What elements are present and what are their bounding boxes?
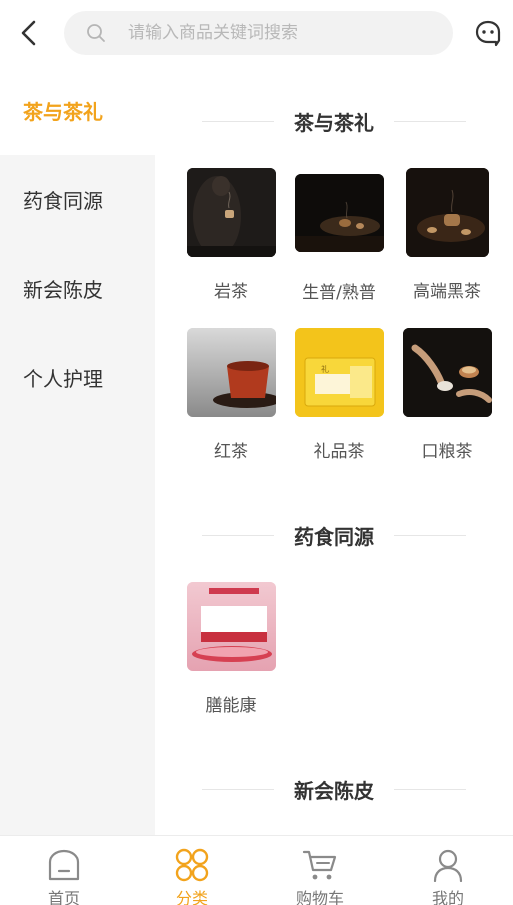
- customer-service-icon: [475, 20, 501, 47]
- sidebar-item-label: 个人护理: [23, 367, 103, 391]
- product-image: [186, 328, 276, 417]
- chevron-left-icon: [21, 20, 36, 46]
- back-button[interactable]: [12, 14, 46, 52]
- product-image: [186, 582, 276, 671]
- bottom-tab-bar: 首页 分类 购物车 我的: [0, 835, 513, 905]
- sidebar-item-tea-gifts[interactable]: 茶与茶礼: [0, 66, 155, 155]
- category-sidebar: 茶与茶礼 药食同源 新会陈皮 个人护理: [0, 66, 155, 835]
- category-content[interactable]: 茶与茶礼 岩茶 生普/熟普 高端黑茶 红茶 礼 礼品茶 口粮茶 药食同源 膳能康…: [155, 66, 513, 835]
- sidebar-item-personal-care[interactable]: 个人护理: [0, 333, 155, 422]
- divider: [202, 788, 274, 790]
- product-item[interactable]: 岩茶: [177, 168, 285, 302]
- product-name: 口粮茶: [421, 442, 473, 462]
- search-icon: [87, 24, 105, 42]
- sidebar-item-xinhui-peel[interactable]: 新会陈皮: [0, 244, 155, 333]
- customer-service-button[interactable]: [471, 15, 505, 51]
- product-item[interactable]: 膳能康: [177, 582, 285, 716]
- sidebar-item-label: 药食同源: [23, 189, 103, 213]
- product-item[interactable]: 红茶: [177, 328, 285, 462]
- sidebar-item-label: 茶与茶礼: [23, 100, 103, 124]
- sidebar-item-label: 新会陈皮: [23, 278, 103, 302]
- product-image: [186, 168, 276, 257]
- tab-label: 购物车: [295, 889, 344, 905]
- section-title: 药食同源: [155, 520, 513, 550]
- tab-category[interactable]: 分类: [128, 836, 256, 905]
- product-name: 礼品茶: [313, 442, 365, 462]
- tab-label: 首页: [47, 889, 80, 905]
- product-item[interactable]: 礼 礼品茶: [285, 328, 393, 462]
- product-image: [402, 328, 492, 417]
- product-name: 膳能康: [205, 696, 257, 716]
- category-icon: [175, 848, 209, 882]
- divider: [202, 534, 274, 536]
- product-name: 岩茶: [214, 282, 248, 302]
- product-name: 红茶: [214, 442, 248, 462]
- section-title-text: 茶与茶礼: [294, 110, 374, 135]
- home-icon: [48, 849, 80, 881]
- product-image: [405, 168, 489, 257]
- svg-text:礼: 礼: [321, 364, 329, 374]
- product-image: 礼: [294, 328, 384, 417]
- tab-home[interactable]: 首页: [0, 836, 128, 905]
- tab-cart[interactable]: 购物车: [256, 836, 384, 905]
- divider: [202, 120, 274, 122]
- search-input[interactable]: [128, 11, 438, 55]
- product-name: 高端黑茶: [413, 282, 481, 302]
- tab-profile[interactable]: 我的: [384, 836, 512, 905]
- section-title-text: 药食同源: [294, 524, 374, 549]
- sidebar-item-medicinal-food[interactable]: 药食同源: [0, 155, 155, 244]
- product-image: [294, 174, 384, 252]
- cart-icon: [302, 850, 337, 880]
- header: [0, 0, 513, 66]
- product-item[interactable]: 生普/熟普: [285, 168, 393, 303]
- divider: [394, 534, 466, 536]
- user-icon: [433, 849, 463, 882]
- product-name: 生普/熟普: [302, 283, 376, 303]
- section-title: 新会陈皮: [155, 774, 513, 804]
- divider: [394, 120, 466, 122]
- divider: [394, 788, 466, 790]
- section-title-text: 新会陈皮: [294, 778, 374, 803]
- product-item[interactable]: 口粮茶: [393, 328, 501, 462]
- product-item[interactable]: 高端黑茶: [393, 168, 501, 302]
- section-title: 茶与茶礼: [155, 106, 513, 136]
- tab-label: 我的: [431, 889, 464, 905]
- search-box[interactable]: [64, 11, 453, 55]
- tab-label: 分类: [175, 889, 208, 905]
